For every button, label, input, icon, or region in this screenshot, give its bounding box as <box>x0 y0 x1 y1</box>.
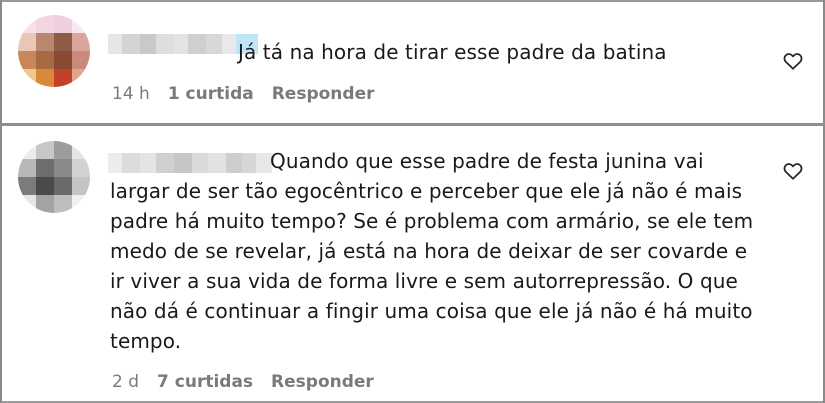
comment-timestamp: 14 h <box>112 84 150 104</box>
avatar-pixel <box>18 177 36 195</box>
avatar-pixel <box>54 51 72 69</box>
avatar-pixel <box>54 159 72 177</box>
avatar-pixel <box>72 141 90 159</box>
comment-meta: 14 h 1 curtida Responder <box>112 84 375 104</box>
avatar-pixel <box>36 159 54 177</box>
avatar-pixel <box>72 177 90 195</box>
heart-outline-icon[interactable] <box>782 160 804 182</box>
avatar-pixel <box>18 15 36 33</box>
avatar-pixel <box>72 51 90 69</box>
avatar-pixel <box>18 69 36 87</box>
avatar-pixel <box>36 33 54 51</box>
avatar-pixel <box>18 195 36 213</box>
avatar[interactable] <box>18 15 90 87</box>
avatar-pixel <box>72 159 90 177</box>
avatar-pixel <box>54 177 72 195</box>
avatar-pixel <box>36 177 54 195</box>
avatar-pixel <box>36 195 54 213</box>
reply-button[interactable]: Responder <box>272 84 375 104</box>
avatar-pixel <box>18 51 36 69</box>
avatar-pixel <box>72 195 90 213</box>
avatar-pixel <box>36 15 54 33</box>
heart-outline-icon[interactable] <box>782 50 804 72</box>
avatar-pixel <box>54 33 72 51</box>
likes-count-link[interactable]: 7 curtidas <box>157 372 253 392</box>
avatar-pixel <box>18 141 36 159</box>
avatar-pixel <box>36 141 54 159</box>
likes-count-link[interactable]: 1 curtida <box>168 84 254 104</box>
avatar-pixel <box>72 69 90 87</box>
avatar-pixel <box>18 33 36 51</box>
comment-text: Quando que esse padre de festa junina va… <box>110 149 754 353</box>
avatar-pixel <box>72 15 90 33</box>
comment-meta: 2 d 7 curtidas Responder <box>112 372 374 392</box>
comment-item: Já tá na hora de tirar esse padre da bat… <box>0 0 825 125</box>
comment-timestamp: 2 d <box>112 372 140 392</box>
comment-item: Quando que esse padre de festa junina va… <box>0 125 825 403</box>
avatar-pixel <box>54 195 72 213</box>
avatar-pixel <box>36 69 54 87</box>
avatar[interactable] <box>18 141 90 213</box>
comment-text: Já tá na hora de tirar esse padre da bat… <box>238 40 667 64</box>
avatar-pixel <box>54 15 72 33</box>
avatar-pixel <box>54 141 72 159</box>
avatar-pixel <box>72 33 90 51</box>
reply-button[interactable]: Responder <box>271 372 374 392</box>
avatar-pixel <box>18 159 36 177</box>
avatar-pixel <box>36 51 54 69</box>
avatar-pixel <box>54 69 72 87</box>
